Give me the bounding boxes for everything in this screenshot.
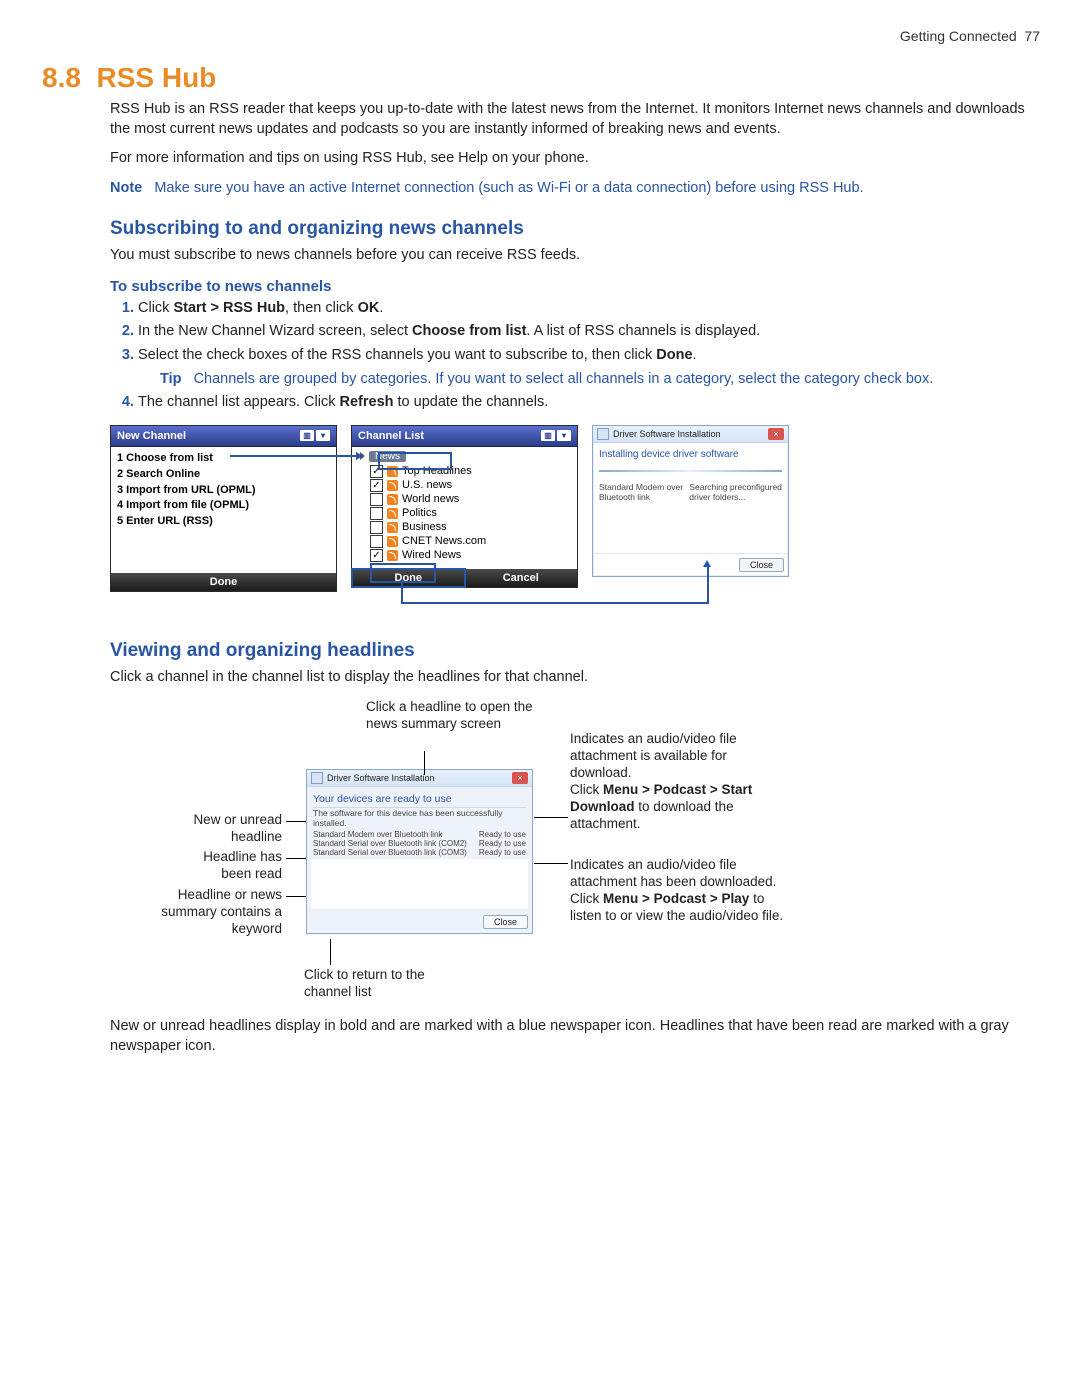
- phone2-titlebar: Channel List ▥▾: [352, 426, 577, 447]
- phone2-cancel-button[interactable]: Cancel: [465, 569, 578, 587]
- subscribing-intro: You must subscribe to news channels befo…: [110, 246, 1040, 266]
- dialog2-list-area: [311, 859, 528, 909]
- device-row: Standard Serial over Bluetooth link (COM…: [307, 848, 532, 857]
- rss-icon: [387, 508, 398, 519]
- app-icon: [597, 428, 609, 440]
- checkbox-icon[interactable]: [370, 535, 383, 548]
- dialog2-title: Driver Software Installation: [327, 773, 435, 783]
- step-4: The channel list appears. Click Refresh …: [138, 393, 1040, 413]
- dialog2-titlebar: Driver Software Installation ×: [307, 770, 532, 787]
- rss-icon: [387, 494, 398, 505]
- subheading-subscribing: Subscribing to and organizing news chann…: [110, 218, 1040, 240]
- highlight-box: [370, 563, 436, 583]
- new-channel-option[interactable]: 2 Search Online: [117, 467, 330, 483]
- screenshot-row-1: New Channel ▥▾ 1 Choose from list2 Searc…: [110, 425, 1040, 592]
- channel-label: U.S. news: [402, 479, 452, 491]
- dialog1-title: Driver Software Installation: [613, 429, 721, 439]
- dialog1-device: Standard Modem over Bluetooth link: [599, 482, 683, 502]
- channel-row[interactable]: World news: [370, 493, 575, 506]
- intro-paragraph-2: For more information and tips on using R…: [110, 149, 1040, 169]
- channel-row[interactable]: CNET News.com: [370, 535, 575, 548]
- status-tray-icon: ▥▾: [300, 430, 330, 441]
- channel-row[interactable]: ✓ Wired News: [370, 549, 575, 562]
- screenshot-new-channel: New Channel ▥▾ 1 Choose from list2 Searc…: [110, 425, 337, 592]
- callout-line: [286, 858, 306, 859]
- channel-row[interactable]: Politics: [370, 507, 575, 520]
- callout-line: [707, 567, 709, 604]
- dialog1-message: Installing device driver software: [599, 449, 782, 460]
- close-icon[interactable]: ×: [768, 428, 784, 440]
- dialog1-close-button[interactable]: Close: [739, 558, 784, 572]
- checkbox-icon[interactable]: ✓: [370, 549, 383, 562]
- screenshot-driver-install-2: Driver Software Installation × Your devi…: [306, 769, 533, 934]
- phone2-title: Channel List: [358, 430, 424, 442]
- channel-label: Wired News: [402, 549, 461, 561]
- callout-line: [286, 896, 306, 897]
- channel-row[interactable]: ✓ U.S. news: [370, 479, 575, 492]
- callout-line: [534, 863, 568, 864]
- tip: Tip Channels are grouped by categories. …: [160, 370, 1040, 390]
- checkbox-icon[interactable]: [370, 493, 383, 506]
- app-icon: [311, 772, 323, 784]
- annot-top: Click a headline to open the news summar…: [366, 699, 536, 733]
- dialog1-status: Searching preconfigured driver folders..…: [689, 482, 782, 502]
- viewing-intro: Click a channel in the channel list to d…: [110, 668, 1040, 688]
- channel-row[interactable]: Business: [370, 521, 575, 534]
- annot-left-2: Headline has been read: [172, 849, 282, 883]
- close-icon[interactable]: ×: [512, 772, 528, 784]
- callout-line: [401, 602, 709, 604]
- new-channel-option[interactable]: 1 Choose from list: [117, 451, 330, 467]
- callout-line: [534, 817, 568, 818]
- annot-left-1: New or unread headline: [162, 812, 282, 846]
- new-channel-option[interactable]: 3 Import from URL (OPML): [117, 483, 330, 499]
- dialog2-sub: The software for this device has been su…: [307, 808, 532, 830]
- phone1-done-button[interactable]: Done: [111, 573, 336, 591]
- subheading-to-subscribe: To subscribe to news channels: [110, 278, 1040, 295]
- figure-headlines: Driver Software Installation × Your devi…: [110, 699, 1040, 999]
- phone1-title: New Channel: [117, 430, 186, 442]
- callout-line: [424, 751, 425, 775]
- channel-label: Politics: [402, 507, 437, 519]
- dialog2-close-button[interactable]: Close: [483, 915, 528, 929]
- phone1-titlebar: New Channel ▥▾: [111, 426, 336, 447]
- channel-label: World news: [402, 493, 459, 505]
- device-row: Standard Serial over Bluetooth link (COM…: [307, 839, 532, 848]
- step-1: Click Start > RSS Hub, then click OK.: [138, 299, 1040, 319]
- channel-label: Business: [402, 521, 447, 533]
- new-channel-option[interactable]: 5 Enter URL (RSS): [117, 514, 330, 530]
- annot-left-3: Headline or news summary contains a keyw…: [140, 887, 282, 938]
- callout-line: [401, 580, 403, 604]
- dialog2-message: Your devices are ready to use: [307, 787, 532, 807]
- checkbox-icon[interactable]: [370, 507, 383, 520]
- rss-icon: [387, 522, 398, 533]
- annot-bottom: Click to return to the channel list: [304, 967, 454, 1001]
- screenshot-driver-install-1: Driver Software Installation × Installin…: [592, 425, 789, 577]
- arrowhead-icon: [703, 560, 711, 567]
- new-channel-option[interactable]: 4 Import from file (OPML): [117, 498, 330, 514]
- subheading-viewing: Viewing and organizing headlines: [110, 640, 1040, 662]
- annot-right-1: Indicates an audio/video file attachment…: [570, 731, 790, 832]
- page-header: Getting Connected 77: [40, 28, 1040, 44]
- callout-arrow: [230, 455, 362, 457]
- callout-line: [286, 821, 306, 822]
- annot-right-2: Indicates an audio/video file attachment…: [570, 857, 790, 925]
- rss-icon: [387, 536, 398, 547]
- intro-paragraph-1: RSS Hub is an RSS reader that keeps you …: [110, 100, 1040, 139]
- highlight-box: [378, 452, 452, 470]
- closing-paragraph: New or unread headlines display in bold …: [110, 1017, 1040, 1056]
- checkbox-icon[interactable]: ✓: [370, 479, 383, 492]
- steps-list: Click Start > RSS Hub, then click OK. In…: [110, 299, 1040, 413]
- device-row: Standard Modem over Bluetooth linkReady …: [307, 830, 532, 839]
- section-heading: 8.8 RSS Hub: [42, 62, 1040, 94]
- rss-icon: [387, 550, 398, 561]
- callout-line: [330, 939, 331, 965]
- channel-label: CNET News.com: [402, 535, 486, 547]
- status-tray-icon: ▥▾: [541, 430, 571, 441]
- step-3: Select the check boxes of the RSS channe…: [138, 346, 1040, 389]
- dialog1-titlebar: Driver Software Installation ×: [593, 426, 788, 443]
- note: Note Make sure you have an active Intern…: [110, 179, 1040, 199]
- checkbox-icon[interactable]: [370, 521, 383, 534]
- rss-icon: [387, 480, 398, 491]
- step-2: In the New Channel Wizard screen, select…: [138, 322, 1040, 342]
